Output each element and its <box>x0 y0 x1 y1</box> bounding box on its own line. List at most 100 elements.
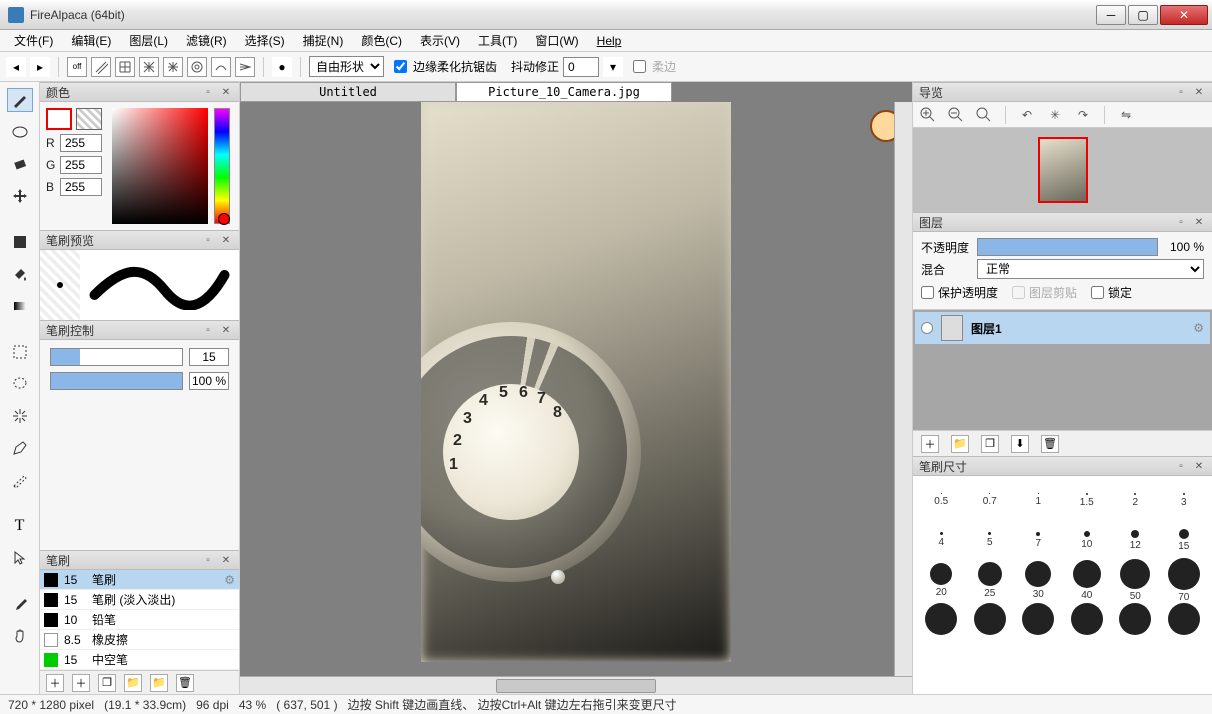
stabilizer-dropdown-icon[interactable]: ▾ <box>603 57 623 77</box>
zoom-in-icon[interactable] <box>919 106 937 124</box>
brush-dot-icon[interactable]: ● <box>272 57 292 77</box>
zoom-out-icon[interactable] <box>947 106 965 124</box>
menu-file[interactable]: 文件(F) <box>6 30 61 51</box>
navigator-thumbnail[interactable] <box>1038 137 1088 203</box>
brush-opacity-value[interactable]: 100 % <box>189 372 229 390</box>
close-panel-icon[interactable]: ✕ <box>219 85 233 99</box>
add-brush-icon[interactable]: ＋ <box>46 674 64 692</box>
brush-size-cell[interactable] <box>1067 603 1107 637</box>
merge-down-icon[interactable]: ⬇ <box>1011 435 1029 453</box>
softedge-checkbox[interactable] <box>633 60 646 73</box>
brush-list-item[interactable]: 8.5橡皮擦 <box>40 630 239 650</box>
brush-size-cell[interactable]: 1.5 <box>1067 493 1107 508</box>
maximize-button[interactable]: ▢ <box>1128 5 1158 25</box>
document-tab[interactable]: Untitled <box>240 82 456 102</box>
undock-icon[interactable]: ▫ <box>1174 85 1188 99</box>
antialias-checkbox[interactable] <box>394 60 407 73</box>
menu-edit[interactable]: 编辑(E) <box>63 30 119 51</box>
brush-size-cell[interactable]: 12 <box>1115 530 1155 551</box>
brush-size-cell[interactable] <box>1164 603 1204 637</box>
brush-size-slider[interactable] <box>50 348 183 366</box>
shape-select[interactable]: 自由形状 <box>309 56 384 77</box>
brush-size-cell[interactable] <box>970 603 1010 637</box>
delete-layer-icon[interactable]: 🗑 <box>1041 435 1059 453</box>
nav-fwd-icon[interactable]: ▸ <box>30 57 50 77</box>
close-panel-icon[interactable]: ✕ <box>219 233 233 247</box>
tool-eraser[interactable] <box>7 152 33 176</box>
lock-checkbox[interactable]: 锁定 <box>1091 284 1132 301</box>
minimize-button[interactable]: ─ <box>1096 5 1126 25</box>
color-field[interactable] <box>112 108 208 224</box>
close-panel-icon[interactable]: ✕ <box>219 323 233 337</box>
new-layer-icon[interactable]: ＋ <box>921 435 939 453</box>
rotate-right-icon[interactable]: ↷ <box>1074 106 1092 124</box>
brush-list-item[interactable]: 15笔刷⚙ <box>40 570 239 590</box>
add-brush2-icon[interactable]: ＋ <box>72 674 90 692</box>
undock-icon[interactable]: ▫ <box>1174 215 1188 229</box>
menu-select[interactable]: 选择(S) <box>237 30 293 51</box>
layer-row[interactable]: 图层1 ⚙ <box>915 312 1210 344</box>
menu-layer[interactable]: 图层(L) <box>121 30 176 51</box>
snap-vanish-icon[interactable] <box>235 57 255 77</box>
brush-size-cell[interactable] <box>921 603 961 637</box>
duplicate-layer-icon[interactable]: ❐ <box>981 435 999 453</box>
tool-select-pen[interactable] <box>7 436 33 460</box>
blend-mode-select[interactable]: 正常 <box>977 259 1204 279</box>
menu-window[interactable]: 窗口(W) <box>527 30 586 51</box>
snap-curve-icon[interactable] <box>211 57 231 77</box>
brush-size-cell[interactable]: 25 <box>970 562 1010 599</box>
snap-off-icon[interactable]: off <box>67 57 87 77</box>
tool-select-brush[interactable] <box>7 468 33 492</box>
tool-brush[interactable] <box>7 88 33 112</box>
close-panel-icon[interactable]: ✕ <box>1192 215 1206 229</box>
menu-view[interactable]: 表示(V) <box>412 30 468 51</box>
snap-radial-icon[interactable] <box>163 57 183 77</box>
brush-size-cell[interactable]: 0.7 <box>970 493 1010 507</box>
rotate-left-icon[interactable]: ↶ <box>1018 106 1036 124</box>
tool-gradient[interactable] <box>7 294 33 318</box>
stabilizer-value[interactable] <box>563 57 599 77</box>
close-button[interactable]: ✕ <box>1160 5 1208 25</box>
brush-size-cell[interactable]: 0.5 <box>921 493 961 507</box>
brush-size-cell[interactable]: 20 <box>921 563 961 598</box>
document-tab[interactable]: Picture_10_Camera.jpg <box>456 82 672 102</box>
brush-size-cell[interactable]: 1 <box>1018 493 1058 507</box>
tool-bucket[interactable] <box>7 262 33 286</box>
snap-circle-icon[interactable] <box>187 57 207 77</box>
tool-eyedropper[interactable] <box>7 592 33 616</box>
tool-select-rect[interactable] <box>7 340 33 364</box>
flip-icon[interactable]: ⇋ <box>1117 106 1135 124</box>
undock-icon[interactable]: ▫ <box>1174 459 1188 473</box>
brush-size-cell[interactable]: 15 <box>1164 529 1204 552</box>
brush-size-cell[interactable] <box>1018 603 1058 637</box>
brush-size-cell[interactable]: 70 <box>1164 558 1204 603</box>
vertical-scrollbar[interactable] <box>894 102 912 676</box>
brush-size-cell[interactable]: 10 <box>1067 531 1107 550</box>
undock-icon[interactable]: ▫ <box>201 553 215 567</box>
brush-size-cell[interactable]: 3 <box>1164 493 1204 508</box>
gear-icon[interactable]: ⚙ <box>1193 321 1204 335</box>
folder2-icon[interactable]: 📁 <box>150 674 168 692</box>
canvas[interactable]: 6 7 8 5 4 3 2 1 <box>421 102 731 662</box>
protect-alpha-checkbox[interactable]: 保护透明度 <box>921 284 998 301</box>
tool-hand[interactable] <box>7 624 33 648</box>
menu-tool[interactable]: 工具(T) <box>470 30 525 51</box>
tool-wand[interactable] <box>7 404 33 428</box>
color-b-input[interactable] <box>60 178 102 196</box>
delete-brush-icon[interactable]: 🗑 <box>176 674 194 692</box>
menu-snap[interactable]: 捕捉(N) <box>295 30 352 51</box>
foreground-swatch[interactable] <box>46 108 72 130</box>
nav-back-icon[interactable]: ◂ <box>6 57 26 77</box>
menu-color[interactable]: 颜色(C) <box>353 30 410 51</box>
snap-parallel-icon[interactable] <box>91 57 111 77</box>
brush-size-cell[interactable]: 2 <box>1115 493 1155 508</box>
undock-icon[interactable]: ▫ <box>201 85 215 99</box>
rotate-reset-icon[interactable]: ✳ <box>1046 106 1064 124</box>
menu-help[interactable]: Help <box>589 32 630 50</box>
menu-filter[interactable]: 滤镜(R) <box>178 30 235 51</box>
color-g-input[interactable] <box>60 156 102 174</box>
zoom-fit-icon[interactable] <box>975 106 993 124</box>
duplicate-brush-icon[interactable]: ❐ <box>98 674 116 692</box>
brush-size-cell[interactable] <box>1115 603 1155 637</box>
close-panel-icon[interactable]: ✕ <box>219 553 233 567</box>
